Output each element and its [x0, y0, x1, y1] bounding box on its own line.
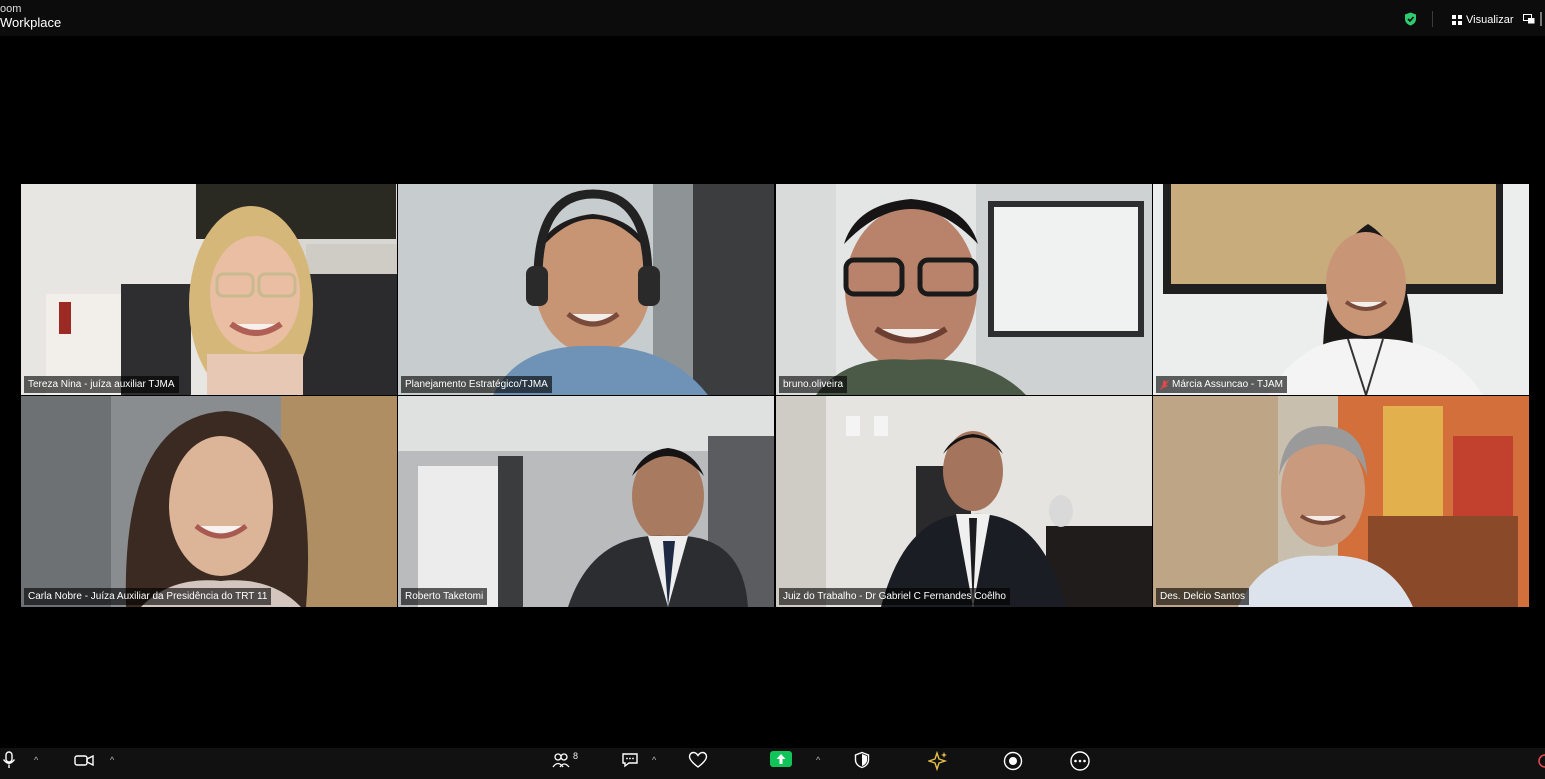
participant-name: Tereza Nina - juíza auxiliar TJMA: [28, 379, 175, 390]
shield-check-icon[interactable]: [1404, 12, 1417, 26]
video-button[interactable]: [74, 751, 94, 769]
share-screen-icon: [770, 751, 792, 767]
video-tile[interactable]: Márcia Assuncao - TJAM: [1153, 184, 1529, 395]
view-button-label: Visualizar: [1466, 14, 1514, 26]
record-button[interactable]: [1003, 751, 1023, 771]
grid-view-icon: [1452, 15, 1462, 25]
chat-options-chevron-icon[interactable]: ^: [652, 755, 656, 765]
participant-name-tag: bruno.oliveira: [779, 376, 848, 393]
participant-video: [398, 184, 774, 395]
participant-video: [1153, 396, 1529, 607]
chat-bubble-icon: [622, 753, 638, 768]
participant-video: [398, 396, 774, 607]
end-meeting-icon[interactable]: [1535, 754, 1545, 768]
chat-button[interactable]: [621, 751, 639, 769]
header-divider: [1432, 11, 1433, 27]
participants-button[interactable]: 8: [552, 751, 578, 769]
participant-name: Des. Delcio Santos: [1160, 591, 1246, 602]
participant-video: [21, 396, 397, 607]
participant-name: Planejamento Estratégico/TJMA: [405, 379, 548, 390]
security-button[interactable]: [853, 751, 871, 769]
audio-options-chevron-icon[interactable]: ^: [34, 755, 38, 765]
brand-line-2: Workplace: [0, 15, 62, 30]
video-tile[interactable]: Planejamento Estratégico/TJMA: [398, 184, 774, 395]
participant-name-tag: Juiz do Trabalho - Dr Gabriel C Fernande…: [779, 588, 1010, 605]
participant-video: [776, 184, 1152, 395]
video-tile[interactable]: Carla Nobre - Juíza Auxiliar da Presidên…: [21, 396, 397, 607]
participant-name-tag: Roberto Taketomi: [401, 588, 488, 605]
participants-count: 8: [573, 751, 579, 761]
participant-name: Juiz do Trabalho - Dr Gabriel C Fernande…: [783, 591, 1006, 602]
microphone-icon: [2, 751, 16, 768]
meeting-toolbar: ^ ^ 8 ^ ^: [0, 748, 1545, 779]
view-button[interactable]: Visualizar: [1452, 10, 1514, 30]
sparkle-icon: [928, 751, 948, 771]
share-screen-button[interactable]: [770, 751, 792, 767]
react-button[interactable]: [688, 751, 708, 769]
participant-name-tag: Des. Delcio Santos: [1156, 588, 1250, 605]
audio-button[interactable]: [2, 751, 16, 769]
more-options-icon: [1070, 751, 1090, 771]
security-shield-icon: [854, 751, 870, 769]
top-bar: oom Workplace Visualizar: [0, 0, 1545, 36]
participant-name: Roberto Taketomi: [405, 591, 484, 602]
video-camera-icon: [74, 754, 94, 767]
participants-icon: [552, 753, 570, 768]
app-logo: oom Workplace: [0, 3, 61, 29]
ai-companion-button[interactable]: [928, 751, 948, 771]
video-tile[interactable]: bruno.oliveira: [776, 184, 1152, 395]
video-options-chevron-icon[interactable]: ^: [110, 755, 114, 765]
participant-name-tag: Tereza Nina - juíza auxiliar TJMA: [24, 376, 179, 393]
participant-name-tag: Márcia Assuncao - TJAM: [1156, 376, 1287, 393]
record-icon: [1003, 751, 1023, 771]
more-button[interactable]: [1069, 751, 1091, 771]
participant-name: Márcia Assuncao - TJAM: [1172, 379, 1283, 390]
participant-name-tag: Carla Nobre - Juíza Auxiliar da Presidên…: [24, 588, 272, 605]
participant-video: [21, 184, 397, 395]
minimize-window-icon[interactable]: [1523, 14, 1535, 24]
window-edge: [1540, 12, 1542, 26]
participant-name-tag: Planejamento Estratégico/TJMA: [401, 376, 552, 393]
participant-video: [776, 396, 1152, 607]
video-tile[interactable]: Des. Delcio Santos: [1153, 396, 1529, 607]
participant-video: [1153, 184, 1529, 395]
participant-name: bruno.oliveira: [783, 379, 844, 390]
video-tile[interactable]: Juiz do Trabalho - Dr Gabriel C Fernande…: [776, 396, 1152, 607]
microphone-muted-icon: [1160, 379, 1169, 390]
video-tile[interactable]: Tereza Nina - juíza auxiliar TJMA: [21, 184, 397, 395]
participant-name: Carla Nobre - Juíza Auxiliar da Presidên…: [28, 591, 268, 602]
video-tile[interactable]: Roberto Taketomi: [398, 396, 774, 607]
share-options-chevron-icon[interactable]: ^: [816, 755, 820, 765]
heart-icon: [688, 751, 708, 768]
